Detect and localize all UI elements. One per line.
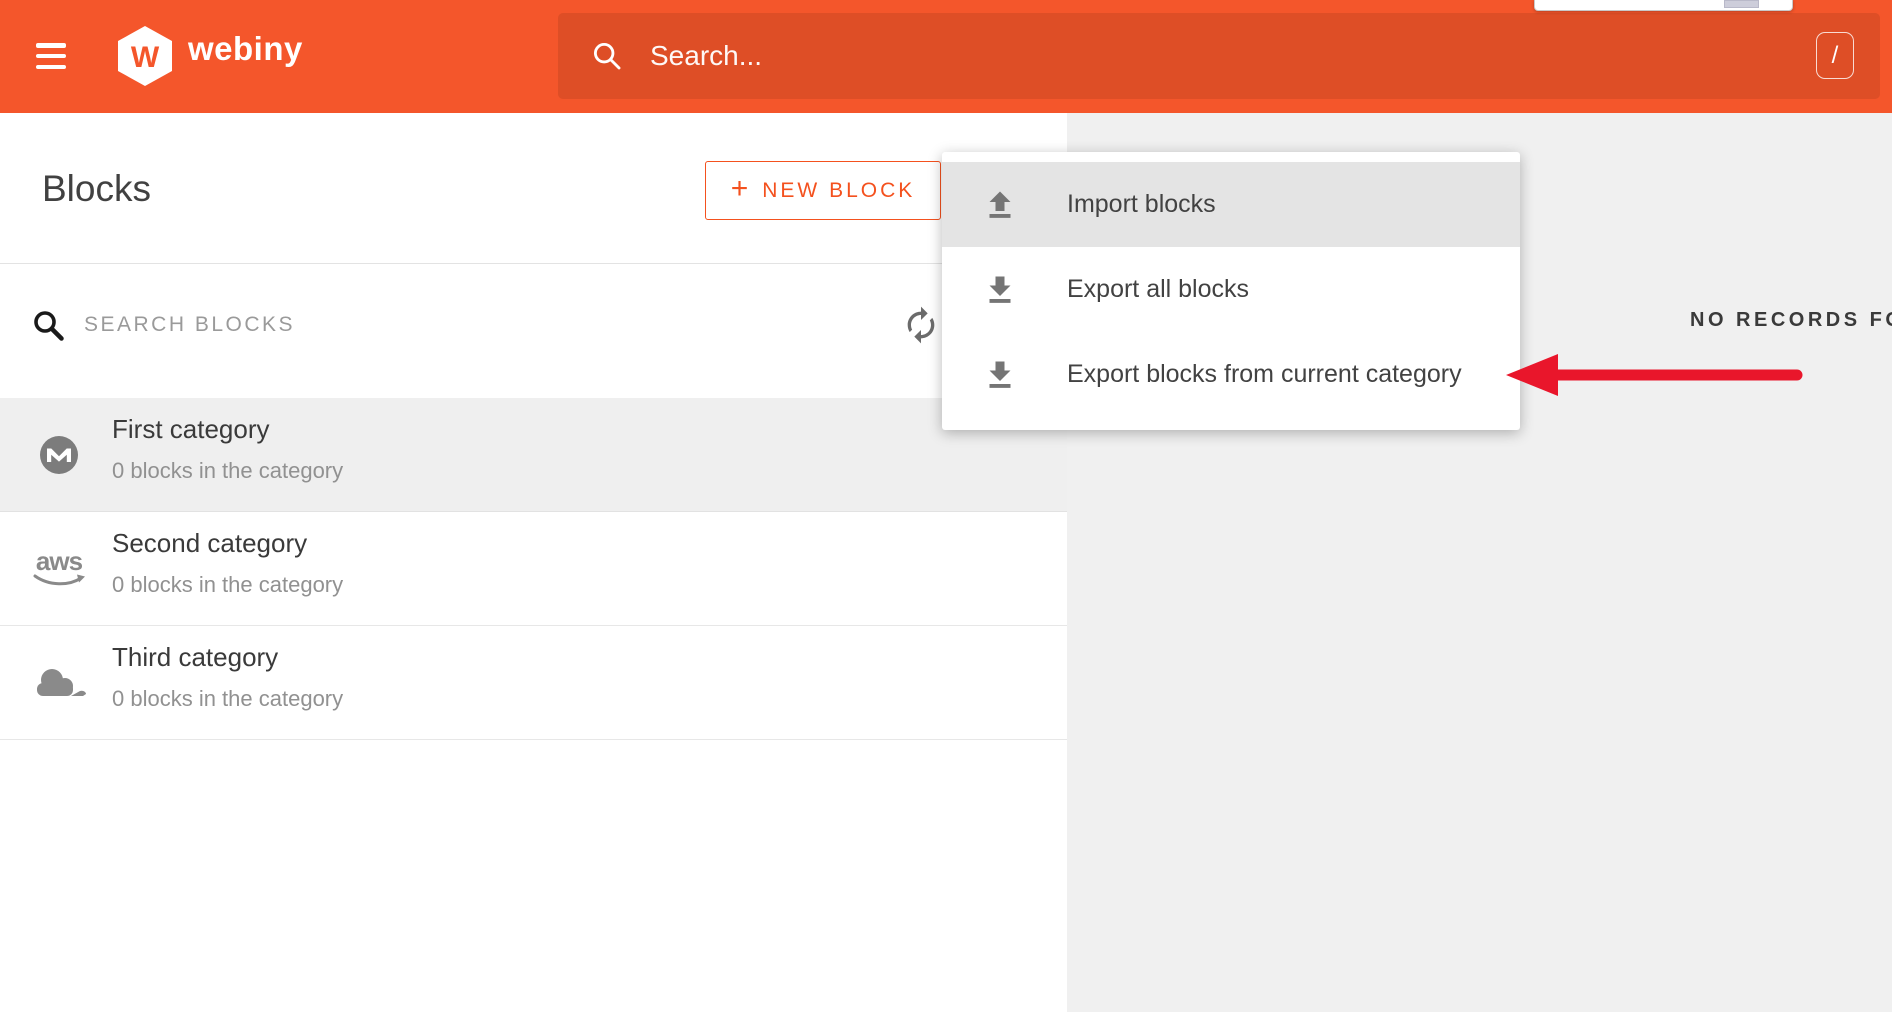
- slash-shortcut-badge: /: [1816, 32, 1854, 79]
- menu-item-import-blocks[interactable]: Import blocks: [942, 162, 1520, 247]
- menu-item-label: Import blocks: [1067, 190, 1216, 219]
- page-header: Blocks + NEW BLOCK: [0, 113, 1067, 264]
- webiny-hexagon-icon: W: [116, 25, 174, 87]
- aws-icon: aws: [30, 512, 88, 626]
- search-blocks-input[interactable]: SEARCH BLOCKS: [0, 265, 1067, 397]
- category-title: First category: [112, 414, 270, 445]
- new-block-button[interactable]: + NEW BLOCK: [705, 161, 941, 220]
- download-icon: [982, 272, 1018, 308]
- refresh-icon[interactable]: [901, 305, 941, 345]
- category-row-first[interactable]: First category 0 blocks in the category: [0, 398, 1067, 512]
- svg-text:W: W: [131, 41, 160, 74]
- menu-item-export-all-blocks[interactable]: Export all blocks: [942, 247, 1520, 332]
- category-row-third[interactable]: Third category 0 blocks in the category: [0, 626, 1067, 740]
- top-bar: W webiny Search... /: [0, 0, 1892, 113]
- category-row-second[interactable]: aws Second category 0 blocks in the cate…: [0, 512, 1067, 626]
- webiny-admin-screen: W webiny Search... / Blocks + NEW BLOCK: [0, 0, 1892, 1012]
- category-subtitle: 0 blocks in the category: [112, 572, 343, 598]
- blocks-list-panel: Blocks + NEW BLOCK SEARCH BLOCKS: [0, 113, 1067, 1012]
- global-search-placeholder: Search...: [650, 40, 762, 72]
- search-icon: [590, 39, 624, 73]
- browser-popup-sliver: [1534, 0, 1793, 11]
- new-block-label: NEW BLOCK: [762, 179, 915, 203]
- no-records-text: NO RECORDS FOU: [1690, 309, 1892, 332]
- download-icon: [982, 357, 1018, 393]
- category-title: Third category: [112, 642, 278, 673]
- monero-icon: [30, 398, 88, 512]
- aws-wordmark: aws: [36, 550, 82, 572]
- menu-item-export-blocks-current-category[interactable]: Export blocks from current category: [942, 332, 1520, 417]
- search-blocks-icon: [30, 307, 66, 343]
- plus-icon: +: [731, 174, 749, 204]
- popup-chip: [1724, 0, 1759, 8]
- webiny-logo[interactable]: W webiny: [116, 20, 303, 92]
- hamburger-menu-icon[interactable]: [36, 43, 66, 69]
- search-blocks-placeholder: SEARCH BLOCKS: [84, 313, 295, 337]
- upload-icon: [982, 187, 1018, 223]
- import-export-dropdown-menu: Import blocks Export all blocks Export b…: [942, 152, 1520, 430]
- menu-item-label: Export blocks from current category: [1067, 360, 1462, 389]
- category-subtitle: 0 blocks in the category: [112, 458, 343, 484]
- cloudflare-icon: [30, 626, 88, 740]
- global-search-input[interactable]: Search... /: [558, 13, 1880, 99]
- menu-item-label: Export all blocks: [1067, 275, 1249, 304]
- category-subtitle: 0 blocks in the category: [112, 686, 343, 712]
- category-title: Second category: [112, 528, 307, 559]
- page-title: Blocks: [42, 168, 151, 210]
- category-list: First category 0 blocks in the category …: [0, 398, 1067, 740]
- logo-wordmark: webiny: [188, 30, 303, 68]
